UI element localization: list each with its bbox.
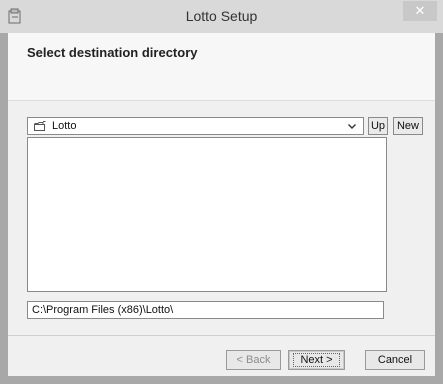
- up-button[interactable]: Up: [368, 117, 388, 135]
- folder-list[interactable]: [27, 137, 387, 292]
- folder-dropdown-value: Lotto: [52, 120, 77, 132]
- title-bar[interactable]: Lotto Setup ✕: [0, 0, 443, 33]
- back-button[interactable]: < Back: [226, 350, 281, 370]
- dialog-body: Select destination directory Lotto Up Ne…: [8, 33, 435, 376]
- cancel-button[interactable]: Cancel: [365, 350, 425, 370]
- window-title: Lotto Setup: [185, 8, 258, 24]
- new-folder-button[interactable]: New: [393, 117, 423, 135]
- folder-dropdown[interactable]: Lotto: [27, 117, 364, 135]
- button-divider: [8, 335, 435, 336]
- chevron-down-icon: [348, 124, 356, 129]
- folder-icon: [34, 121, 46, 131]
- setup-window: Lotto Setup ✕ Select destination directo…: [0, 0, 443, 384]
- next-button-label: Next >: [293, 353, 340, 367]
- page-heading: Select destination directory: [27, 45, 198, 60]
- next-button[interactable]: Next >: [288, 350, 345, 370]
- header-panel: Select destination directory: [8, 33, 435, 101]
- destination-path-input[interactable]: C:\Program Files (x86)\Lotto\: [27, 301, 384, 319]
- close-button[interactable]: ✕: [403, 1, 437, 21]
